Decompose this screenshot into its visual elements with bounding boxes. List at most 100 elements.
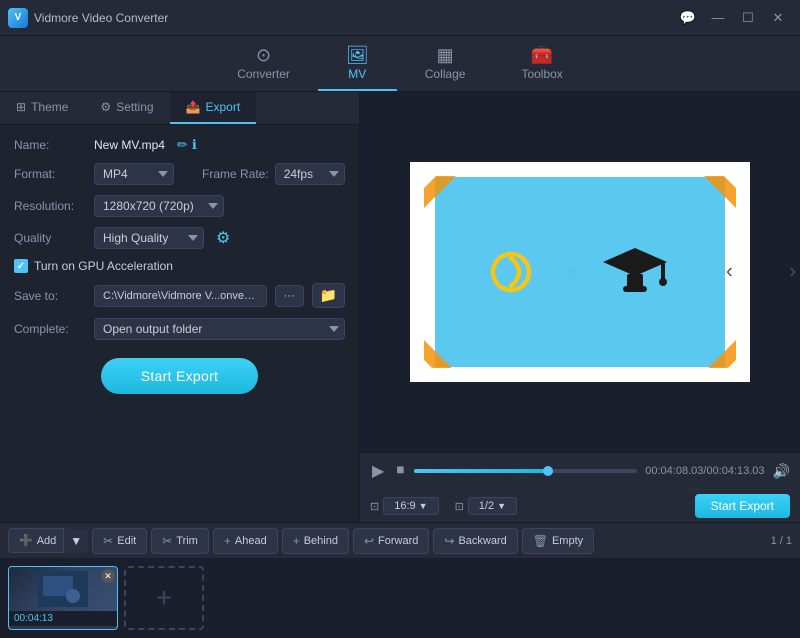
titlebar-controls: 💬 — ☐ ✕ <box>674 7 792 29</box>
edit-button[interactable]: ✂ Edit <box>92 528 147 554</box>
player-controls2: ⊡ 16:9 ▼ ⊡ 1/2 ▼ Start Export <box>360 489 800 522</box>
tab-toolbox[interactable]: 🧰 Toolbox <box>493 40 590 91</box>
nav-tabs: ⊙ Converter 🖼 MV ▦ Collage 🧰 Toolbox <box>0 36 800 92</box>
edit-label: Edit <box>117 535 136 547</box>
quality-gear-icon[interactable]: ⚙ <box>216 228 230 248</box>
titlebar: V Vidmore Video Converter 💬 — ☐ ✕ <box>0 0 800 36</box>
clip-close-btn[interactable]: ✕ <box>101 569 115 583</box>
progress-bar[interactable] <box>414 469 637 473</box>
complete-row: Complete: Open output folder Do nothing … <box>14 318 345 340</box>
backward-button[interactable]: ↪ Backward <box>433 528 517 554</box>
empty-button[interactable]: 🗑 Empty <box>522 528 594 554</box>
video-frame-inner: + <box>435 177 725 367</box>
tab-collage[interactable]: ▦ Collage <box>397 40 494 91</box>
main-content: ⊞ Theme ⚙ Setting 📤 Export Name: New MV.… <box>0 92 800 522</box>
open-folder-btn[interactable]: 📁 <box>312 283 345 308</box>
name-row: Name: New MV.mp4 ✏ ℹ <box>14 137 345 153</box>
resolution-label: Resolution: <box>14 199 86 213</box>
format-label: Format: <box>14 167 86 181</box>
start-export-left-button[interactable]: Start Export <box>101 358 259 394</box>
complete-select[interactable]: Open output folder Do nothing Shut down … <box>94 318 345 340</box>
fps-select[interactable]: 24fps 25fps 30fps 60fps <box>275 163 345 185</box>
aspect-ratio-button[interactable]: 16:9 ▼ <box>383 497 438 515</box>
sub-tab-export[interactable]: 📤 Export <box>170 92 257 124</box>
tab-mv-label: MV <box>348 67 366 81</box>
progress-knob[interactable] <box>543 466 553 476</box>
titlebar-close-btn[interactable]: ✕ <box>764 7 792 29</box>
gpu-checkbox[interactable] <box>14 259 28 273</box>
quality-select[interactable]: High Quality Medium Quality Low Quality … <box>94 227 204 249</box>
save-path-btn[interactable]: ··· <box>275 285 304 307</box>
page-count-group: ⊡ 1/2 ▼ <box>455 497 517 515</box>
forward-icon: ↩ <box>364 534 374 548</box>
trim-icon: ✂ <box>162 534 172 548</box>
resolution-select[interactable]: 1280x720 (720p) 1920x1080 (1080p) 854x48… <box>94 195 224 217</box>
theme-icon: ⊞ <box>16 100 26 114</box>
sub-tab-setting[interactable]: ⚙ Setting <box>84 92 169 124</box>
frame-rate-group: Frame Rate: 24fps 25fps 30fps 60fps <box>202 163 345 185</box>
add-dropdown-arrow[interactable]: ▼ <box>63 529 88 553</box>
play-button[interactable]: ▶ <box>370 459 386 483</box>
volume-button[interactable]: 🔊 <box>773 463 790 480</box>
format-row: Format: MP4 AVI MOV MKV Frame Rate: 24fp… <box>14 163 345 185</box>
info-icon[interactable]: ℹ <box>192 137 197 153</box>
collage-icon: ▦ <box>437 46 454 64</box>
behind-button[interactable]: + Behind <box>282 528 349 554</box>
frame-rate-label: Frame Rate: <box>202 167 269 181</box>
page-count-button[interactable]: 1/2 ▼ <box>468 497 517 515</box>
add-label: Add <box>37 535 57 547</box>
forward-button[interactable]: ↩ Forward <box>353 528 429 554</box>
titlebar-maximize-btn[interactable]: ☐ <box>734 7 762 29</box>
volume-icon: 🔊 <box>773 463 790 479</box>
grad-cap-svg <box>599 240 671 304</box>
complete-label: Complete: <box>14 322 86 336</box>
toolbar-page-counter: 1 / 1 <box>771 535 792 547</box>
format-select[interactable]: MP4 AVI MOV MKV <box>94 163 174 185</box>
clip-play-icon[interactable]: ▶ <box>14 628 22 630</box>
progress-fill <box>414 469 548 473</box>
sub-tab-theme[interactable]: ⊞ Theme <box>0 92 84 124</box>
titlebar-minimize-btn[interactable]: — <box>704 7 732 29</box>
stop-icon: ⏹ <box>396 462 404 480</box>
settings-form: Name: New MV.mp4 ✏ ℹ Format: MP4 AVI MOV… <box>0 125 359 522</box>
tab-mv[interactable]: 🖼 MV <box>318 40 397 91</box>
empty-label: Empty <box>552 535 583 547</box>
trim-button[interactable]: ✂ Trim <box>151 528 209 554</box>
clip-edit-icon[interactable]: ✂✂ <box>51 628 69 630</box>
name-value: New MV.mp4 <box>94 138 165 152</box>
backward-label: Backward <box>458 535 506 547</box>
titlebar-left: V Vidmore Video Converter <box>8 8 168 28</box>
converter-icon: ⊙ <box>256 46 271 64</box>
app-title: Vidmore Video Converter <box>34 11 168 25</box>
save-to-row: Save to: C:\Vidmore\Vidmore V...onverter… <box>14 283 345 308</box>
aspect-ratio-icon: ⊡ <box>370 500 379 513</box>
tab-toolbox-label: Toolbox <box>521 67 562 81</box>
start-export-right-button[interactable]: Start Export <box>695 494 790 518</box>
ahead-label: Ahead <box>235 535 267 547</box>
page-count-chevron: ▼ <box>497 501 506 511</box>
empty-icon: 🗑 <box>533 534 548 548</box>
sub-tab-setting-label: Setting <box>116 100 153 114</box>
gpu-row: Turn on GPU Acceleration <box>14 259 345 273</box>
trim-label: Trim <box>176 535 198 547</box>
vidmore-logo-svg <box>489 248 547 296</box>
stop-button[interactable]: ⏹ <box>394 460 406 482</box>
prev-arrow[interactable]: ‹ <box>726 261 733 284</box>
titlebar-chat-btn[interactable]: 💬 <box>674 7 702 29</box>
player-controls: ▶ ⏹ 00:04:08.03/00:04:13.03 🔊 <box>360 452 800 489</box>
clip-controls: ▶ ◁▷ ✂✂ <box>9 626 117 630</box>
add-chevron-icon: ▼ <box>70 534 82 548</box>
plus-sign: + <box>567 259 580 285</box>
ahead-button[interactable]: + Ahead <box>213 528 278 554</box>
add-button[interactable]: ➕ Add <box>8 528 67 553</box>
tab-converter[interactable]: ⊙ Converter <box>209 40 318 91</box>
toolbox-icon: 🧰 <box>531 46 553 64</box>
clip-volume-icon[interactable]: ◁▷ <box>28 628 45 630</box>
quality-label: Quality <box>14 231 86 245</box>
vid-logo-group <box>489 248 547 296</box>
edit-name-icon[interactable]: ✏ <box>177 137 188 153</box>
resolution-row: Resolution: 1280x720 (720p) 1920x1080 (1… <box>14 195 345 217</box>
sub-tab-export-label: Export <box>206 100 241 114</box>
next-arrow[interactable]: › <box>789 261 796 284</box>
add-clip-button[interactable]: + <box>124 566 204 630</box>
